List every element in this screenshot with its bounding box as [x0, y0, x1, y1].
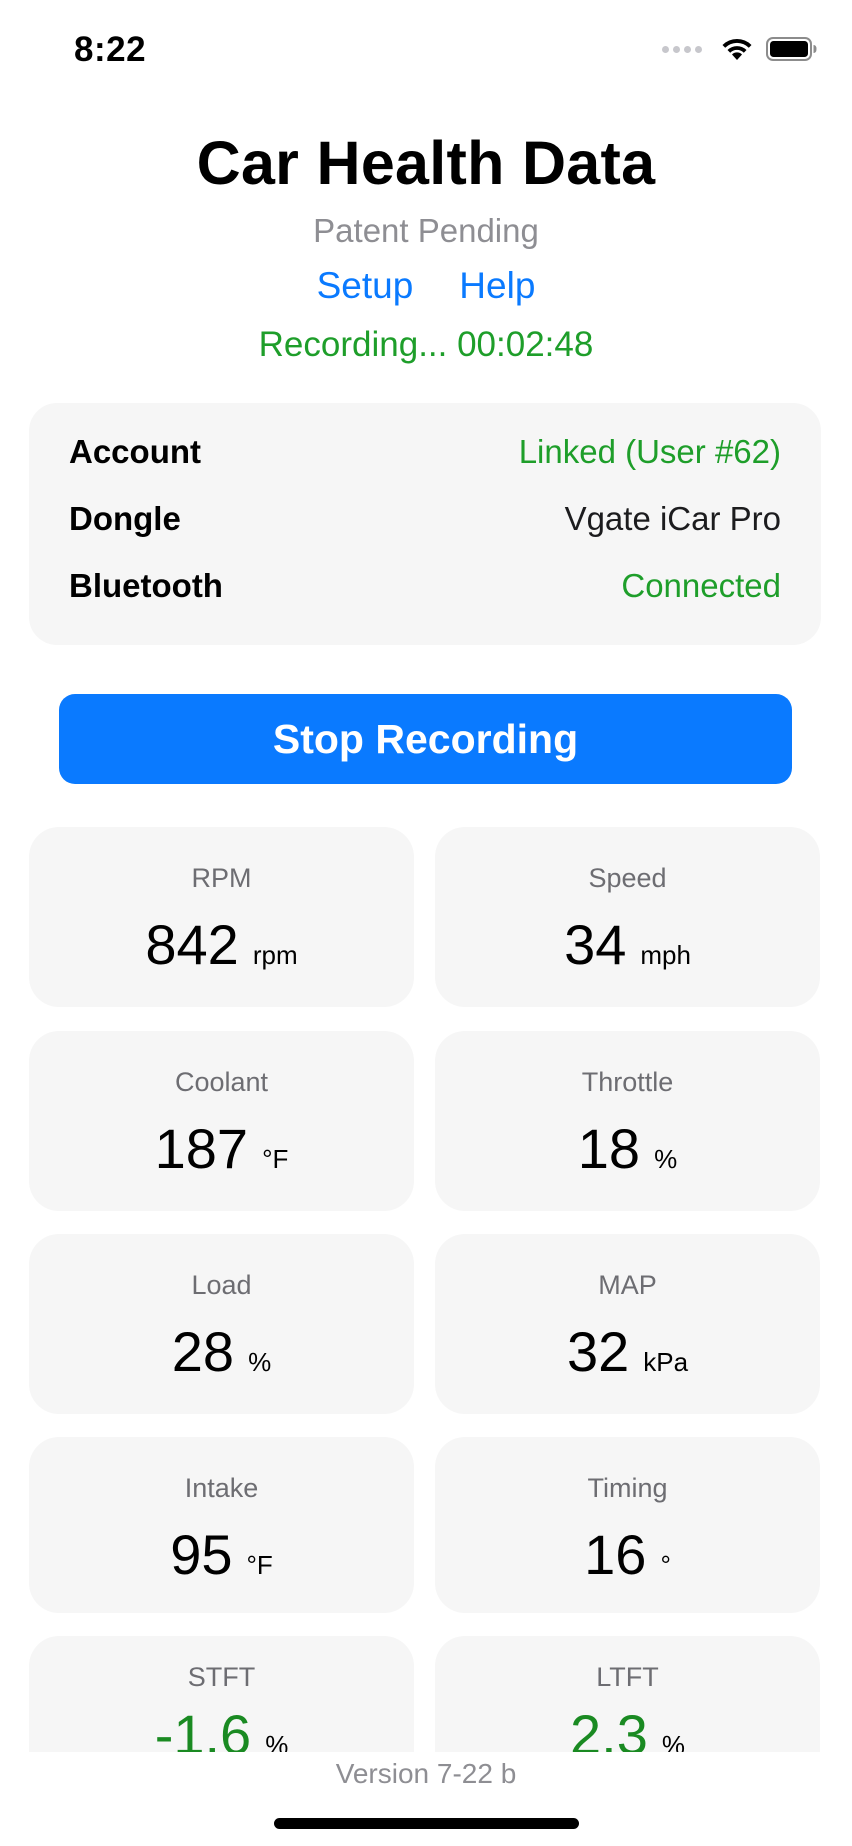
metric-label: Coolant: [174, 1067, 269, 1097]
info-row-account: Account Linked (User #62): [69, 433, 781, 471]
metric-card-map: MAP 32 kPa: [435, 1234, 820, 1414]
info-label: Account: [69, 433, 201, 470]
metric-value: 34: [564, 913, 627, 976]
metric-unit: °F: [246, 1550, 273, 1580]
metric-label: RPM: [191, 863, 252, 893]
metric-value: 18: [577, 1117, 641, 1180]
metric-value: 95: [170, 1523, 233, 1586]
metric-card-coolant: Coolant 187 °F: [29, 1031, 414, 1211]
info-value: Connected: [621, 567, 781, 604]
page-subtitle: Patent Pending: [313, 212, 539, 249]
page-title: Car Health Data: [196, 129, 656, 197]
metric-label: Intake: [184, 1473, 259, 1503]
metric-value: 16: [584, 1523, 647, 1586]
metric-label: Timing: [587, 1473, 668, 1503]
metric-unit: rpm: [252, 940, 298, 970]
metric-card-load: Load 28 %: [29, 1234, 414, 1414]
status-bar: 8:22: [0, 0, 852, 100]
status-time: 8:22: [74, 30, 147, 69]
info-row-bluetooth: Bluetooth Connected: [69, 567, 781, 605]
metric-value: 32: [566, 1320, 630, 1383]
info-label: Bluetooth: [69, 567, 223, 604]
metric-value: 187: [154, 1117, 249, 1180]
metric-card-timing: Timing 16 °: [435, 1437, 820, 1613]
info-label: Dongle: [69, 500, 181, 537]
help-link[interactable]: Help: [459, 265, 535, 307]
metric-unit: °F: [262, 1144, 289, 1174]
metric-unit: %: [654, 1144, 678, 1174]
metric-label: Speed: [588, 863, 667, 893]
metric-value: 842: [145, 913, 239, 976]
metric-label: LTFT: [596, 1662, 659, 1692]
header-links: Setup Help: [0, 265, 852, 307]
info-row-dongle: Dongle Vgate iCar Pro: [69, 500, 781, 538]
metric-card-speed: Speed 34 mph: [435, 827, 820, 1007]
wifi-icon: [722, 38, 752, 60]
recording-status: Recording... 00:02:48: [258, 325, 594, 364]
metric-label: Throttle: [581, 1067, 674, 1097]
status-icons: [662, 36, 818, 62]
metric-card-intake: Intake 95 °F: [29, 1437, 414, 1613]
metric-unit: kPa: [643, 1347, 689, 1377]
info-value: Vgate iCar Pro: [564, 500, 781, 537]
metric-unit: °: [660, 1550, 671, 1580]
version-label: Version 7-22 b: [335, 1758, 517, 1789]
info-value: Linked (User #62): [518, 433, 781, 470]
metric-unit: mph: [640, 940, 691, 970]
setup-link[interactable]: Setup: [317, 265, 414, 307]
metric-label: STFT: [187, 1662, 256, 1692]
cellular-signal-icon: [662, 45, 702, 53]
battery-icon: [766, 37, 817, 61]
metric-card-throttle: Throttle 18 %: [435, 1031, 820, 1211]
metric-card-rpm: RPM 842 rpm: [29, 827, 414, 1007]
connection-info-card: Account Linked (User #62) Dongle Vgate i…: [29, 403, 821, 645]
stop-recording-button[interactable]: Stop Recording: [59, 694, 792, 784]
metric-value: 28: [171, 1320, 235, 1383]
metric-unit: %: [248, 1347, 272, 1377]
home-indicator[interactable]: [274, 1818, 579, 1829]
metric-label: Load: [191, 1270, 252, 1300]
metric-label: MAP: [598, 1270, 657, 1300]
